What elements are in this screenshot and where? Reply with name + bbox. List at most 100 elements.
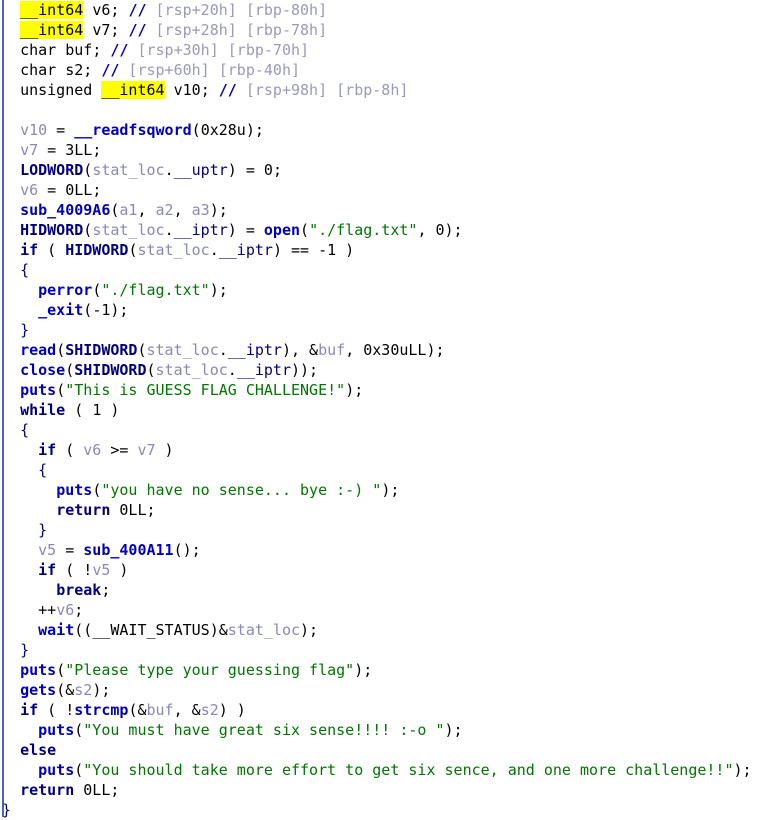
token-string[interactable]: "You must have great six sense!!!! :-o " <box>83 721 444 739</box>
code-line[interactable]: unsigned __int64 v10; // [rsp+98h] [rbp-… <box>2 80 757 100</box>
token-func[interactable]: read <box>20 341 56 359</box>
token-number[interactable]: 0LL <box>83 781 110 799</box>
token-plain[interactable]: ) <box>336 241 354 259</box>
token-plain[interactable]: ) = <box>228 221 264 239</box>
token-func[interactable]: perror <box>38 281 92 299</box>
token-number[interactable]: 0x28u <box>201 121 246 139</box>
token-number[interactable]: 0 <box>436 221 445 239</box>
token-plain[interactable] <box>56 41 65 59</box>
token-type[interactable]: char <box>20 61 56 79</box>
token-local[interactable]: buf <box>318 341 345 359</box>
token-keyword[interactable]: break <box>56 581 101 599</box>
code-line[interactable]: break; <box>2 580 757 600</box>
token-plain[interactable]: ( <box>83 161 92 179</box>
token-func[interactable]: close <box>20 361 65 379</box>
token-string[interactable]: "Please type your guessing flag" <box>65 661 354 679</box>
code-line[interactable]: sub_4009A6(a1, a2, a3); <box>2 200 757 220</box>
token-plain[interactable]: ; <box>92 181 101 199</box>
code-line[interactable]: v5 = sub_400A11(); <box>2 540 757 560</box>
token-plain[interactable]: ( <box>137 341 146 359</box>
code-line[interactable]: puts("you have no sense... bye :-) "); <box>2 480 757 500</box>
code-line[interactable]: HIDWORD(stat_loc.__iptr) = open("./flag.… <box>2 220 757 240</box>
token-plain[interactable]: ); <box>445 221 463 239</box>
token-number[interactable]: 3LL <box>65 141 92 159</box>
token-plain[interactable]: ( <box>192 121 201 139</box>
token-func[interactable]: _exit <box>38 301 83 319</box>
token-member[interactable]: __iptr <box>219 241 273 259</box>
code-line[interactable]: else <box>2 740 757 760</box>
token-plain[interactable]: ) <box>110 561 128 579</box>
pseudocode-code-area[interactable]: __int64 v6; // [rsp+20h] [rbp-80h] __int… <box>0 0 757 820</box>
token-plain[interactable]: ( <box>147 361 156 379</box>
token-plain[interactable]: ( <box>56 661 65 679</box>
token-func[interactable]: puts <box>38 761 74 779</box>
token-local[interactable]: v10 <box>20 121 47 139</box>
token-plain[interactable]: ; <box>110 1 128 19</box>
token-func[interactable]: open <box>264 221 300 239</box>
token-cmtmark[interactable]: // <box>128 21 146 39</box>
token-cmtmark[interactable]: // <box>110 41 128 59</box>
token-member[interactable]: __iptr <box>228 341 282 359</box>
code-line[interactable]: puts("Please type your guessing flag"); <box>2 660 757 680</box>
token-plain[interactable]: ) = <box>228 161 264 179</box>
token-local[interactable]: v6 <box>20 181 38 199</box>
token-plain[interactable]: ) ) <box>219 701 246 719</box>
token-plain[interactable]: ( <box>92 281 101 299</box>
code-line[interactable]: return 0LL; <box>2 780 757 800</box>
token-func[interactable]: __readfsqword <box>74 121 191 139</box>
token-plain[interactable]: ); <box>300 621 318 639</box>
token-plain[interactable]: ); <box>345 381 363 399</box>
token-keyword[interactable]: if <box>20 241 38 259</box>
token-plain[interactable]: ( <box>56 341 65 359</box>
code-line[interactable]: { <box>2 460 757 480</box>
token-number[interactable]: -1 <box>318 241 336 259</box>
token-plain[interactable]: . <box>165 161 174 179</box>
token-plain[interactable]: v7 <box>92 21 110 39</box>
token-brace[interactable]: } <box>38 521 47 539</box>
code-line[interactable]: while ( 1 ) <box>2 400 757 420</box>
token-keyword[interactable]: else <box>20 741 56 759</box>
token-plain[interactable] <box>83 21 92 39</box>
token-keyword[interactable]: return <box>56 501 110 519</box>
token-plain[interactable]: ; <box>83 61 101 79</box>
token-member[interactable]: __iptr <box>237 361 291 379</box>
token-plain[interactable]: ) == <box>273 241 318 259</box>
token-brace[interactable]: { <box>20 421 29 439</box>
token-type[interactable]: char <box>20 41 56 59</box>
token-plain[interactable]: , <box>137 201 155 219</box>
token-plain[interactable]: ( <box>38 241 65 259</box>
token-plain[interactable]: v10 <box>174 81 201 99</box>
token-plain[interactable]: = <box>47 121 74 139</box>
token-macro[interactable]: LODWORD <box>20 161 83 179</box>
token-macro[interactable]: HIDWORD <box>65 241 128 259</box>
code-line[interactable]: v7 = 3LL; <box>2 140 757 160</box>
token-plain[interactable]: (); <box>174 541 201 559</box>
code-line[interactable]: if ( !strcmp(&buf, &s2) ) <box>2 700 757 720</box>
token-member[interactable]: __iptr <box>174 221 228 239</box>
pseudocode-view[interactable]: __int64 v6; // [rsp+20h] [rbp-80h] __int… <box>0 0 757 820</box>
token-local[interactable]: v7 <box>20 141 38 159</box>
token-plain[interactable] <box>83 1 92 19</box>
token-number[interactable]: 0 <box>264 161 273 179</box>
token-local[interactable]: stat_loc <box>156 361 228 379</box>
token-plain[interactable]: ( <box>56 381 65 399</box>
code-line[interactable]: { <box>2 420 757 440</box>
token-plain[interactable]: . <box>210 241 219 259</box>
token-plain[interactable]: ) <box>156 441 174 459</box>
token-plain[interactable]: ); <box>445 721 463 739</box>
token-func[interactable]: strcmp <box>74 701 128 719</box>
code-line[interactable]: read(SHIDWORD(stat_loc.__iptr), &buf, 0x… <box>2 340 757 360</box>
token-number[interactable]: 0x30uLL <box>363 341 426 359</box>
code-line[interactable]: close(SHIDWORD(stat_loc.__iptr)); <box>2 360 757 380</box>
code-line[interactable]: gets(&s2); <box>2 680 757 700</box>
token-local[interactable]: a2 <box>156 201 174 219</box>
token-func[interactable]: puts <box>20 661 56 679</box>
code-line[interactable]: } <box>2 800 757 820</box>
token-string[interactable]: "you have no sense... bye :-) " <box>101 481 381 499</box>
token-string[interactable]: "./flag.txt" <box>101 281 209 299</box>
token-plain[interactable]: ); <box>734 761 752 779</box>
token-plain[interactable]: , <box>345 341 363 359</box>
token-plain[interactable]: ( ! <box>56 561 92 579</box>
code-line[interactable]: puts("You should take more effort to get… <box>2 760 757 780</box>
token-plain[interactable]: ; <box>92 41 110 59</box>
